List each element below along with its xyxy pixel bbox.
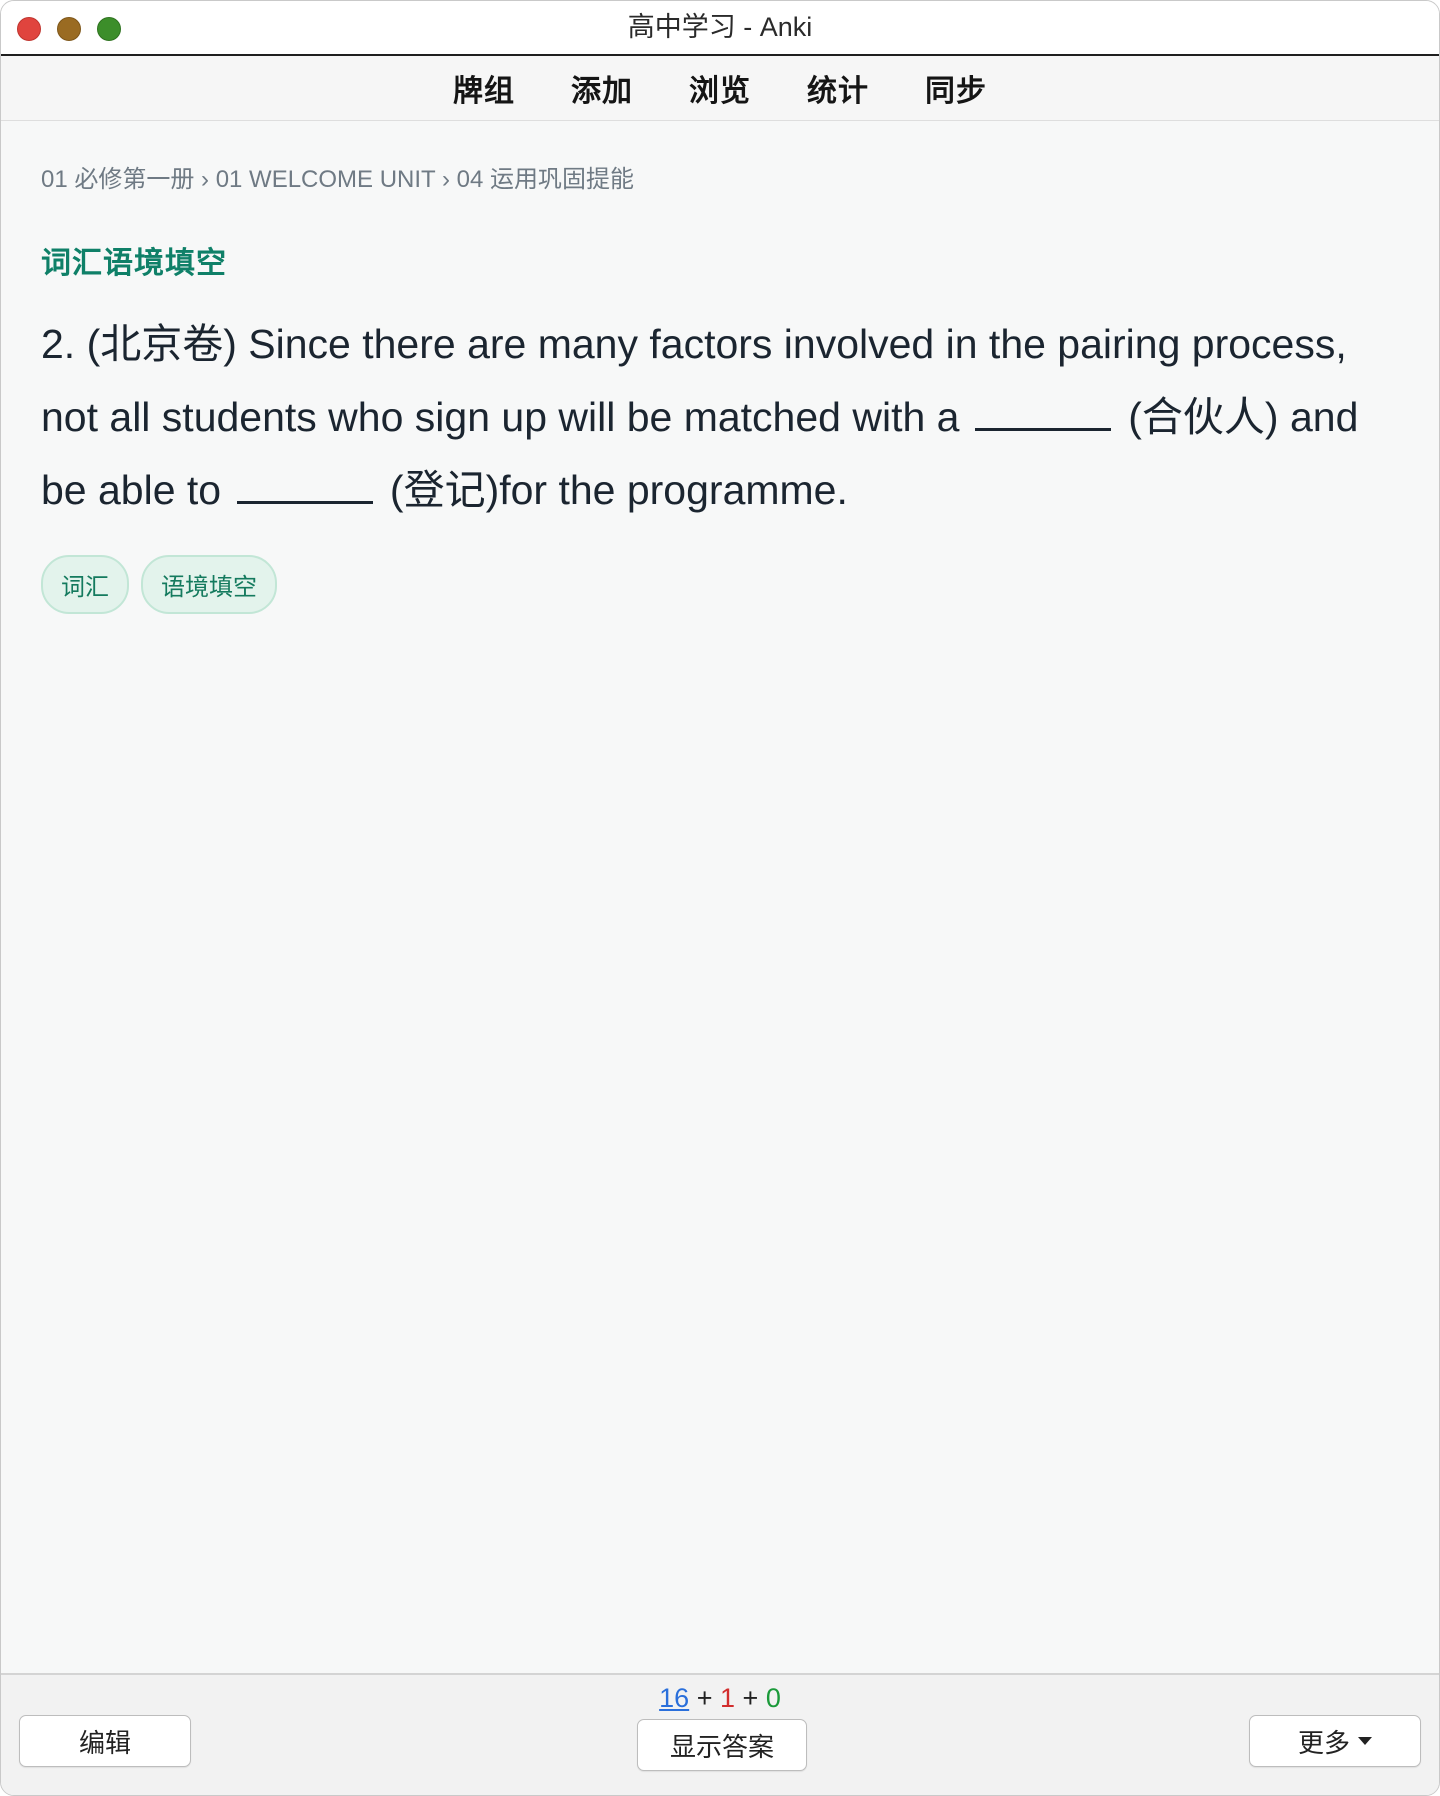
tag-list: 词汇 语境填空: [41, 555, 1399, 614]
question-part-3: (登记)for the programme.: [389, 467, 848, 513]
count-separator: +: [742, 1683, 759, 1713]
more-label: 更多: [1297, 1727, 1350, 1758]
toolbar-stats[interactable]: 统计: [779, 66, 897, 110]
tag-vocabulary[interactable]: 词汇: [41, 555, 129, 614]
caret-down-icon: [1358, 1737, 1372, 1745]
question-text: 2. (北京卷) Since there are many factors in…: [41, 308, 1399, 527]
deck-breadcrumb: 01 必修第一册 › 01 WELCOME UNIT › 04 运用巩固提能: [41, 166, 634, 193]
section-title: 词汇语境填空: [41, 247, 227, 280]
toolbar-sync[interactable]: 同步: [897, 66, 1015, 110]
toolbar-decks[interactable]: 牌组: [425, 66, 543, 110]
show-answer-button[interactable]: 显示答案: [637, 1719, 807, 1771]
count-separator: +: [696, 1683, 713, 1713]
learn-count: 1: [719, 1683, 736, 1713]
card-counts: 16 + 1 + 0: [1, 1683, 1439, 1714]
toolbar-browse[interactable]: 浏览: [661, 66, 779, 110]
new-count: 16: [659, 1683, 690, 1713]
review-bottom-bar: 16 + 1 + 0 编辑 显示答案 更多: [1, 1673, 1439, 1795]
review-count: 0: [765, 1683, 781, 1713]
title-bar: 高中学习 - Anki: [1, 1, 1439, 56]
edit-button[interactable]: 编辑: [19, 1715, 191, 1767]
card-content: 01 必修第一册 › 01 WELCOME UNIT › 04 运用巩固提能 词…: [1, 121, 1439, 614]
window-title: 高中学习 - Anki: [627, 12, 813, 42]
tag-context-fill[interactable]: 语境填空: [141, 555, 277, 614]
toolbar-add[interactable]: 添加: [543, 66, 661, 110]
more-button[interactable]: 更多: [1249, 1715, 1421, 1767]
anki-window: 高中学习 - Anki 牌组 添加 浏览 统计 同步 01 必修第一册 › 01…: [0, 0, 1440, 1796]
main-toolbar: 牌组 添加 浏览 统计 同步: [1, 56, 1439, 121]
blank-1: [974, 398, 1111, 431]
blank-2: [236, 471, 373, 504]
